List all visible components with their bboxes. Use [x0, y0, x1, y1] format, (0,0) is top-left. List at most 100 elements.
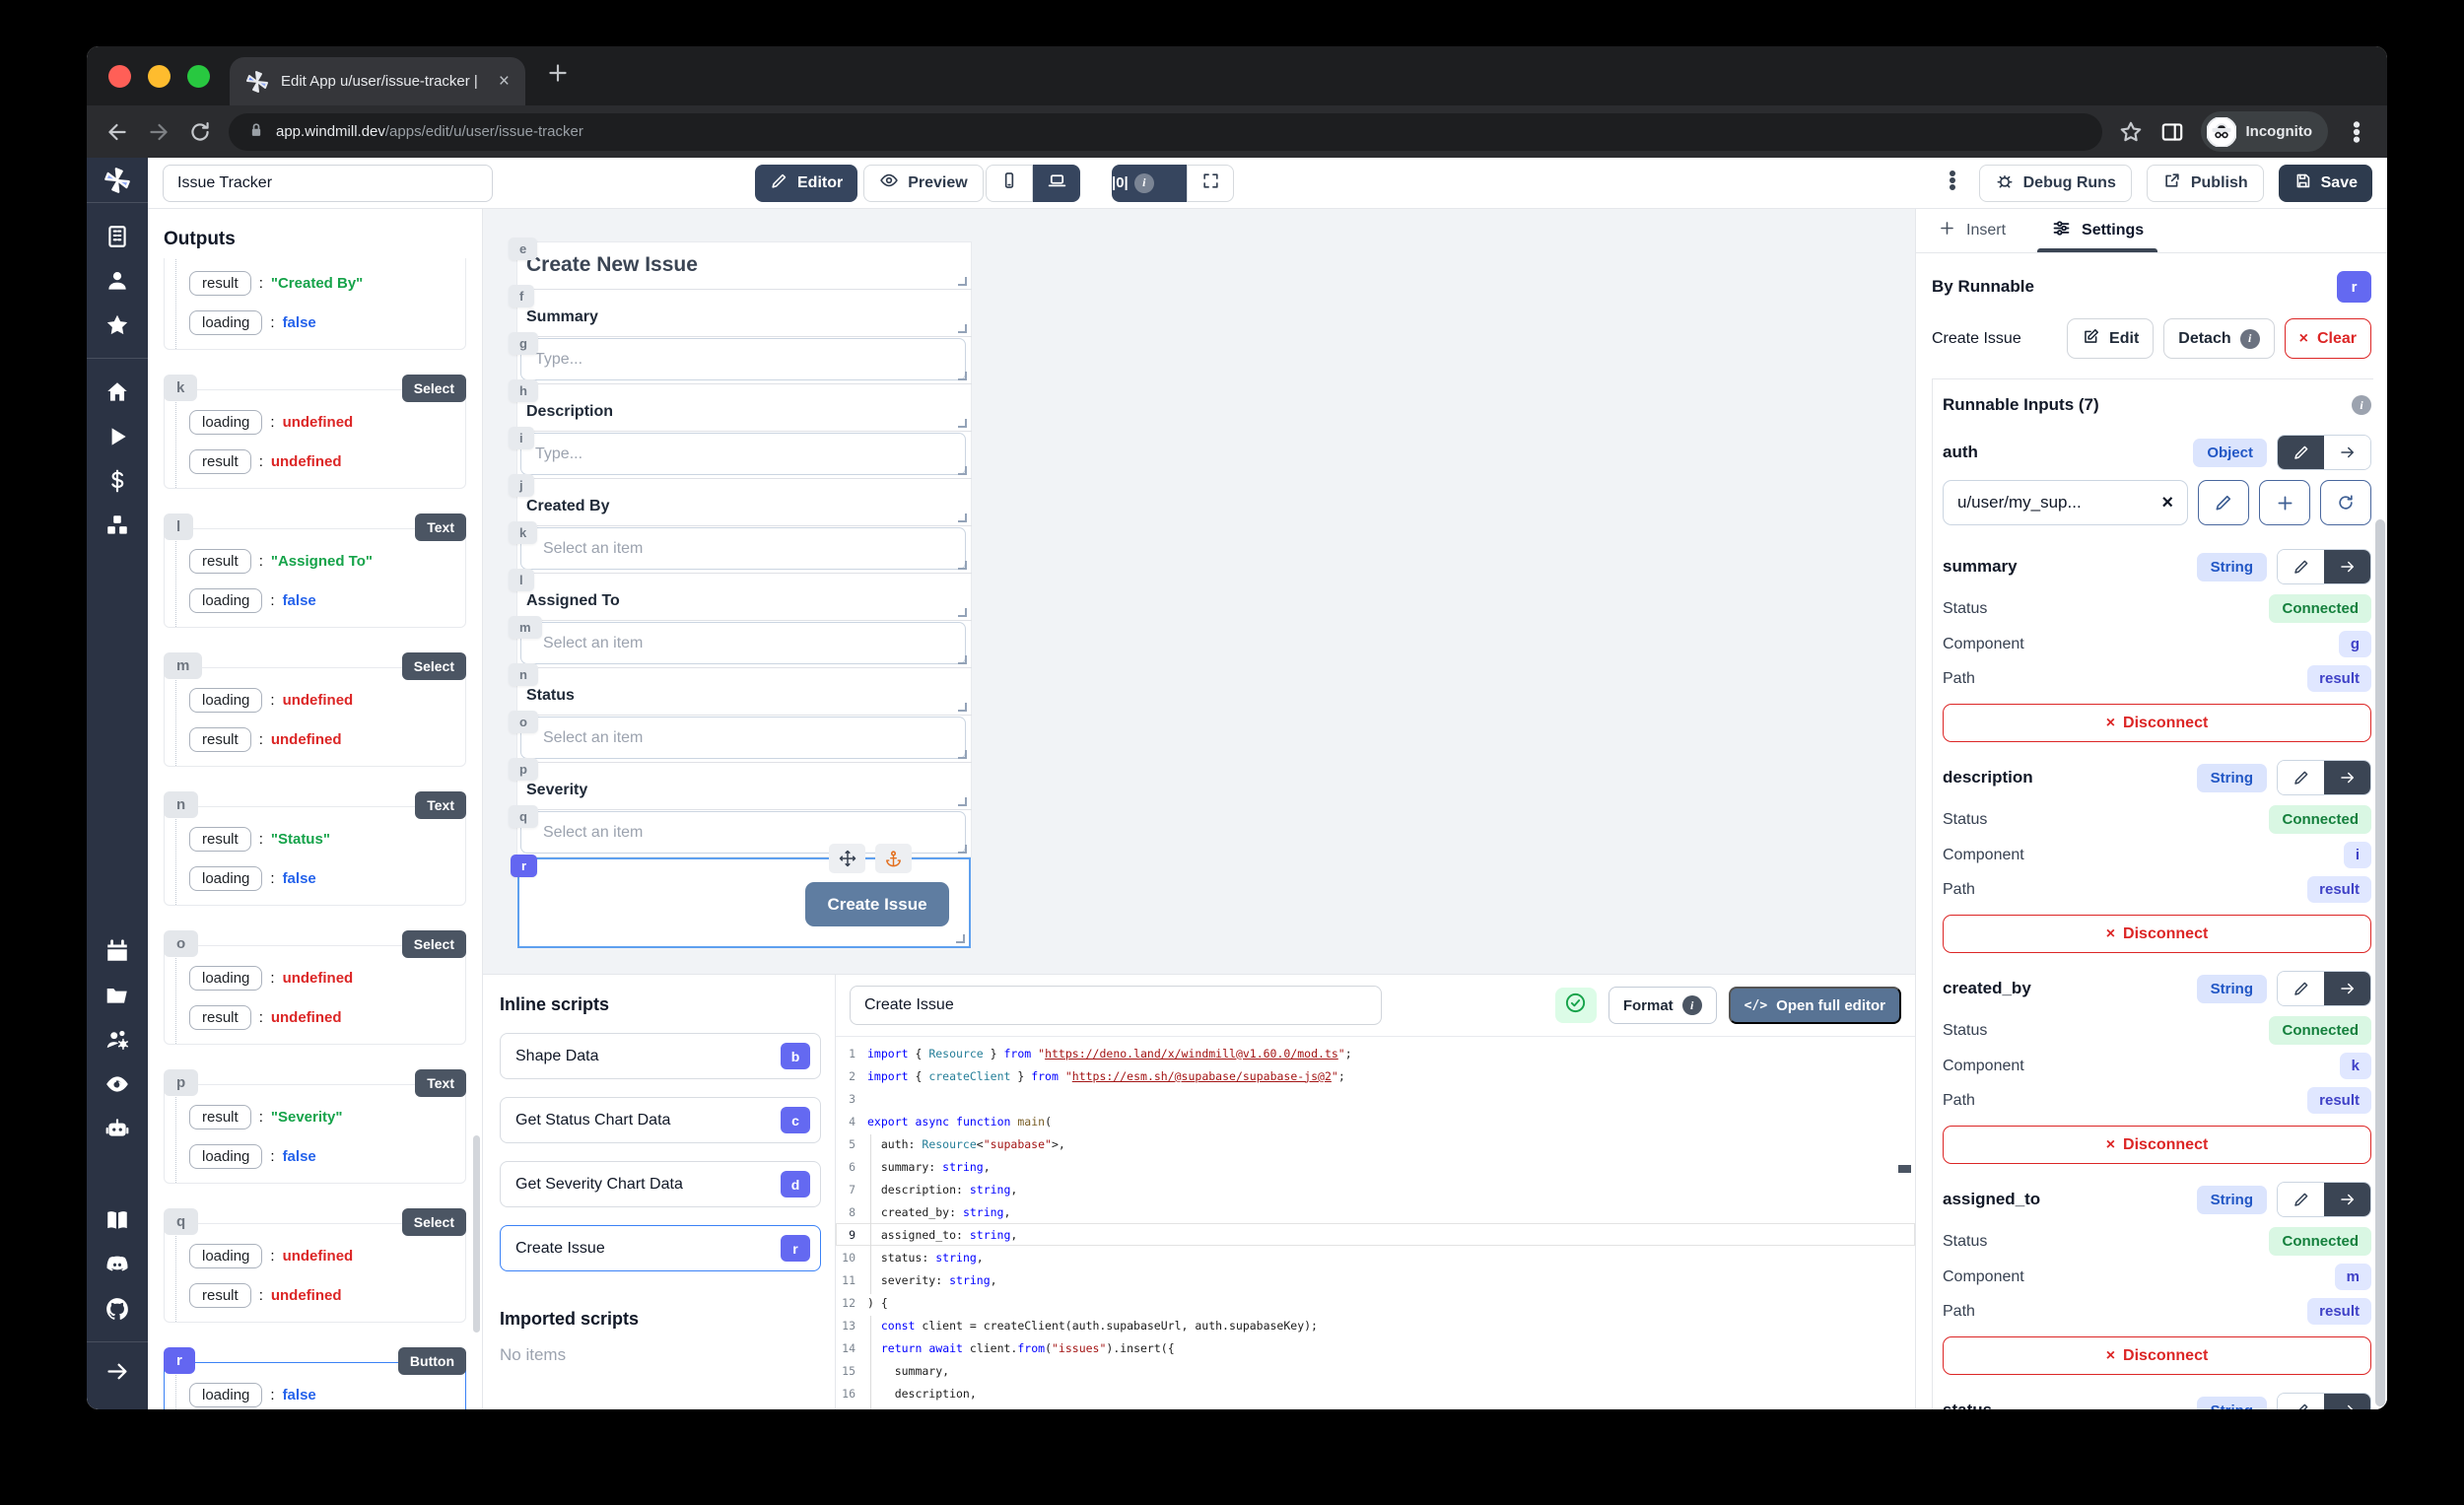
tab-insert[interactable]: Insert [1938, 209, 2006, 252]
code-line[interactable]: 14 return await client.from("issues").in… [836, 1336, 1915, 1359]
code-line[interactable]: 8 created_by: string, [836, 1200, 1915, 1223]
output-card-m[interactable]: mSelectloading:undefinedresult:undefined [164, 667, 466, 767]
tab-settings[interactable]: Settings [2051, 209, 2144, 252]
static-mode-pencil-icon[interactable] [2278, 550, 2324, 583]
inline-script-item[interactable]: Get Status Chart Datac [500, 1097, 821, 1143]
side-panel-icon[interactable] [2159, 119, 2185, 145]
connect-mode-arrow-icon[interactable] [2324, 1183, 2370, 1216]
output-row[interactable]: result:undefined [189, 1283, 465, 1308]
component-l-label[interactable]: lAssigned To [517, 574, 971, 620]
output-card[interactable]: result:"Created By"loading:false [164, 258, 466, 350]
output-row[interactable]: loading:undefined [189, 410, 465, 435]
robot-sidebar-item[interactable] [104, 1115, 131, 1141]
close-window-button[interactable] [108, 65, 131, 88]
code-line[interactable]: 2import { createClient } from "https://e… [836, 1064, 1915, 1087]
output-row[interactable]: loading:undefined [189, 1244, 465, 1268]
connect-mode-arrow-icon[interactable] [2324, 972, 2370, 1005]
play-sidebar-item[interactable] [104, 423, 131, 449]
add-resource-button[interactable] [2259, 480, 2310, 525]
book-sidebar-item[interactable] [104, 1206, 131, 1233]
home-sidebar-item[interactable] [104, 378, 131, 405]
publish-button[interactable]: Publish [2147, 165, 2264, 202]
code-line[interactable]: 6 summary: string, [836, 1155, 1915, 1178]
output-card-q[interactable]: qSelectloading:undefinedresult:undefined [164, 1223, 466, 1323]
code-line[interactable]: 7 description: string, [836, 1178, 1915, 1200]
resource-picker-input[interactable]: u/user/my_sup... × [1943, 480, 2188, 525]
format-button[interactable]: Formati [1608, 987, 1717, 1024]
output-card-o[interactable]: oSelectloading:undefinedresult:undefined [164, 945, 466, 1045]
output-card-l[interactable]: lTextresult:"Assigned To"loading:false [164, 528, 466, 628]
output-row[interactable]: loading:false [189, 588, 465, 613]
field-mode-toggle[interactable] [2277, 1182, 2371, 1217]
component-f-label[interactable]: fSummary [517, 290, 971, 336]
code-line[interactable]: 4export async function main( [836, 1110, 1915, 1132]
static-mode-pencil-icon[interactable] [2278, 436, 2324, 469]
code-line[interactable]: 16 description, [836, 1382, 1915, 1404]
select-input[interactable]: Select an item [520, 527, 966, 570]
reload-icon[interactable] [187, 119, 213, 145]
code-line[interactable]: 12) { [836, 1291, 1915, 1314]
desktop-view-toggle[interactable] [1033, 165, 1080, 202]
component-h-label[interactable]: hDescription [517, 384, 971, 431]
code-line[interactable]: 17 status, [836, 1404, 1915, 1409]
incognito-badge[interactable]: Incognito [2201, 111, 2329, 152]
dollar-sidebar-item[interactable] [104, 467, 131, 494]
debug-runs-button[interactable]: Debug Runs [1979, 165, 2132, 202]
clear-resource-icon[interactable]: × [2161, 492, 2173, 514]
code-line[interactable]: 3 [836, 1087, 1915, 1110]
building-sidebar-item[interactable] [104, 223, 131, 249]
browser-tab[interactable]: Edit App u/user/issue-tracker | × [230, 57, 525, 105]
field-mode-toggle[interactable] [2277, 549, 2371, 584]
forward-icon[interactable] [146, 119, 171, 145]
inline-script-item[interactable]: Create Issuer [500, 1225, 821, 1271]
static-mode-pencil-icon[interactable] [2278, 761, 2324, 794]
disconnect-button[interactable]: ×Disconnect [1943, 915, 2371, 953]
component-k-select[interactable]: kSelect an item [517, 526, 971, 573]
fullscreen-toggle[interactable] [1187, 165, 1234, 202]
component-m-select[interactable]: mSelect an item [517, 621, 971, 667]
minimize-window-button[interactable] [148, 65, 171, 88]
app-name-input[interactable] [163, 165, 493, 202]
connect-mode-arrow-icon[interactable] [2324, 436, 2370, 469]
connect-mode-arrow-icon[interactable] [2324, 761, 2370, 794]
inline-script-item[interactable]: Get Severity Chart Datad [500, 1161, 821, 1207]
code-line[interactable]: 9 assigned_to: string, [836, 1223, 1915, 1246]
calendar-sidebar-item[interactable] [104, 937, 131, 964]
create-issue-button[interactable]: Create Issue [805, 882, 949, 926]
select-input[interactable]: Select an item [520, 717, 966, 759]
static-mode-pencil-icon[interactable] [2278, 972, 2324, 1005]
disconnect-button[interactable]: ×Disconnect [1943, 704, 2371, 742]
eye-sidebar-item[interactable] [104, 1070, 131, 1097]
code-line[interactable]: 5 auth: Resource<"supabase">, [836, 1132, 1915, 1155]
output-card-n[interactable]: nTextresult:"Status"loading:false [164, 806, 466, 906]
cubes-sidebar-item[interactable] [104, 512, 131, 538]
sidebar-collapse-button[interactable] [104, 1342, 131, 1409]
output-row[interactable]: loading:false [189, 866, 465, 891]
output-row[interactable]: loading:undefined [189, 688, 465, 713]
back-icon[interactable] [104, 119, 130, 145]
output-row[interactable]: result:undefined [189, 727, 465, 752]
browser-menu-icon[interactable] [2344, 119, 2369, 145]
component-o-select[interactable]: oSelect an item [517, 716, 971, 762]
static-mode-pencil-icon[interactable] [2278, 1394, 2324, 1409]
detach-button[interactable]: Detachi [2163, 318, 2274, 359]
github-sidebar-item[interactable] [104, 1295, 131, 1322]
component-i-input[interactable]: iType... [517, 432, 971, 478]
output-row[interactable]: result:"Created By" [189, 271, 465, 296]
move-icon[interactable] [829, 844, 865, 873]
component-g-input[interactable]: gType... [517, 337, 971, 383]
edit-resource-button[interactable] [2198, 480, 2249, 525]
save-button[interactable]: Save [2279, 165, 2372, 202]
output-card-r[interactable]: rButtonloading:falseresult:undefined [164, 1362, 466, 1409]
output-row[interactable]: loading:false [189, 1144, 465, 1169]
text-input[interactable]: Type... [520, 338, 966, 380]
settings-scrollbar[interactable] [2375, 519, 2385, 1406]
output-card-p[interactable]: pTextresult:"Severity"loading:false [164, 1084, 466, 1184]
outputs-scrollbar[interactable] [473, 1135, 480, 1333]
code-line[interactable]: 1import { Resource } from "https://deno.… [836, 1042, 1915, 1064]
connect-mode-arrow-icon[interactable] [2324, 1394, 2370, 1409]
component-n-label[interactable]: nStatus [517, 668, 971, 715]
disconnect-button[interactable]: ×Disconnect [1943, 1126, 2371, 1164]
mobile-view-toggle[interactable] [986, 165, 1033, 202]
app-canvas[interactable]: eCreate New IssuefSummarygType...hDescri… [483, 209, 1915, 974]
